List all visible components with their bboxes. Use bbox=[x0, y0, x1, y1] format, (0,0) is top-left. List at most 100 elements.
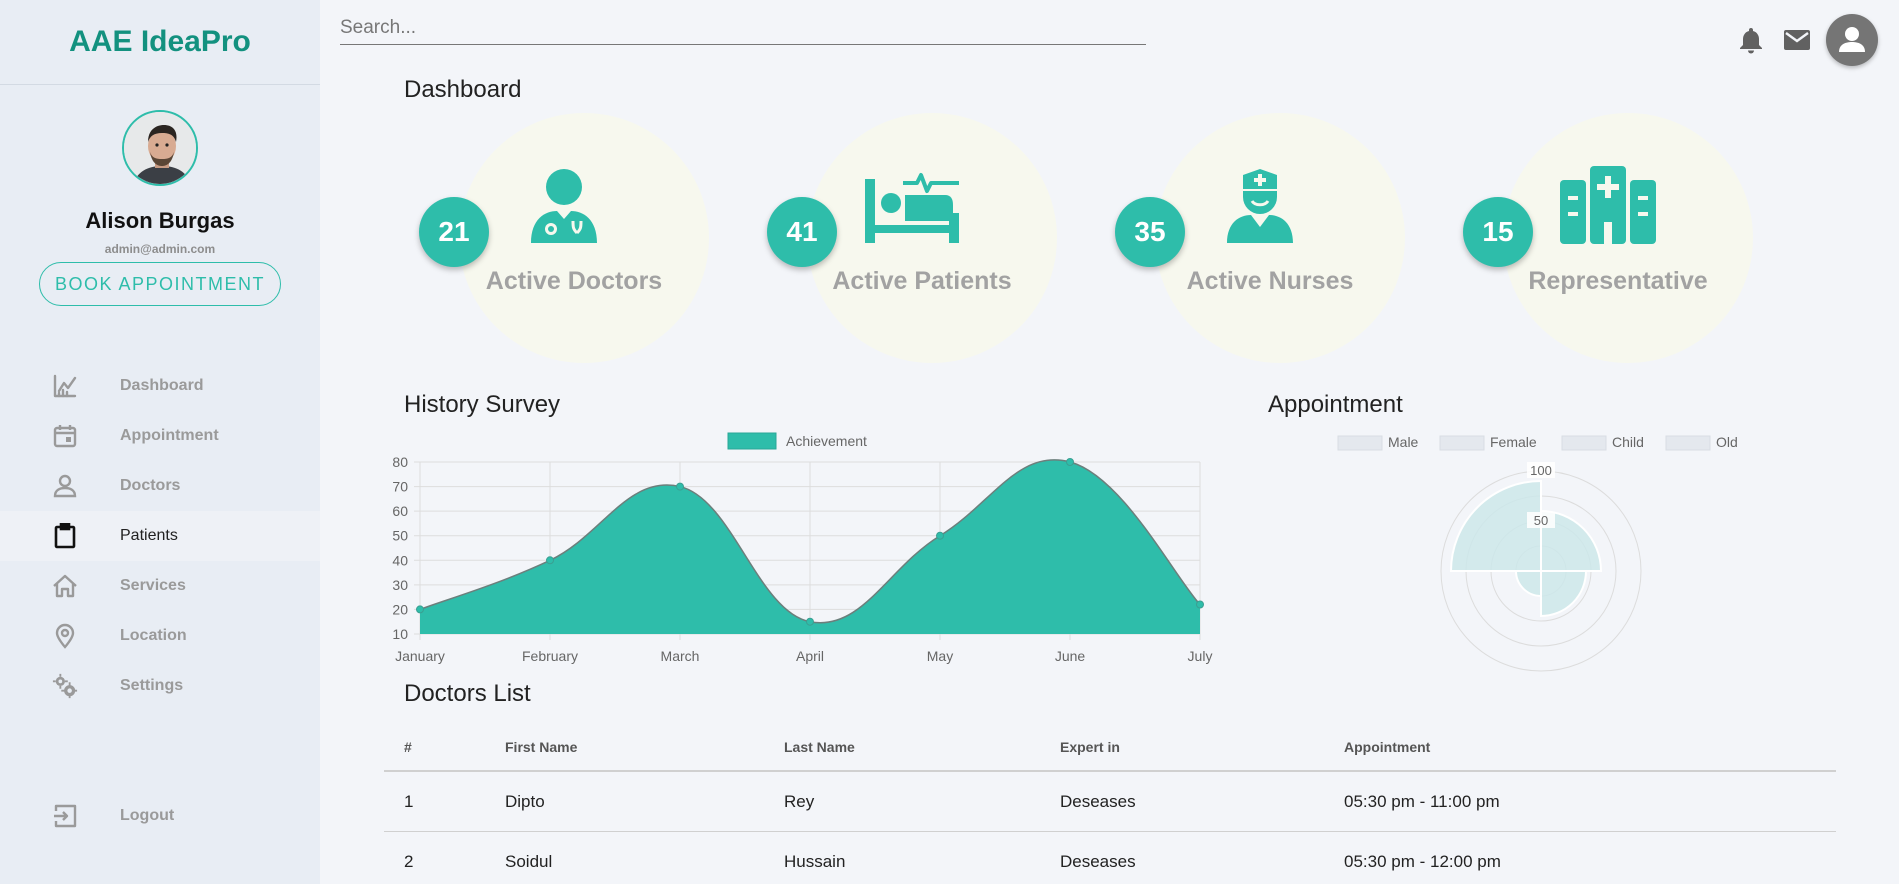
polar-segment bbox=[1540, 570, 1588, 618]
sidebar-item-services[interactable]: Services bbox=[0, 561, 320, 611]
nurse-icon bbox=[1205, 165, 1315, 245]
user-avatar[interactable] bbox=[122, 110, 198, 186]
table-cell: Hussain bbox=[784, 851, 846, 871]
sidebar-item-settings[interactable]: Settings bbox=[0, 661, 320, 711]
sidebar-item-label: Appointment bbox=[120, 427, 219, 444]
page-title: Dashboard bbox=[404, 76, 522, 103]
user-profile: Alison Burgas admin@admin.com BOOK APPOI… bbox=[0, 85, 320, 306]
search-input[interactable] bbox=[340, 12, 1146, 45]
stat-count: 35 bbox=[1115, 197, 1185, 267]
data-point bbox=[806, 617, 814, 626]
sidebar-item-label: Patients bbox=[120, 527, 178, 544]
data-point bbox=[416, 605, 424, 614]
top-bar-actions bbox=[1734, 14, 1878, 66]
appointment-chart: Male Female Child Old 50 100 bbox=[1337, 434, 1738, 672]
home-icon bbox=[52, 573, 78, 599]
y-tick-label: 60 bbox=[392, 503, 408, 519]
sidebar-item-patients[interactable]: Patients bbox=[0, 511, 320, 561]
column-header[interactable]: Last Name bbox=[784, 739, 1060, 755]
x-tick-label: February bbox=[522, 648, 578, 664]
sidebar-item-label: Dashboard bbox=[120, 377, 204, 394]
sidebar-item-label: Doctors bbox=[120, 477, 181, 494]
stat-label: Active Nurses bbox=[1186, 267, 1354, 295]
x-tick-label: May bbox=[927, 648, 953, 664]
stat-label: Active Doctors bbox=[485, 267, 663, 295]
table-cell: 2 bbox=[404, 851, 414, 871]
table-cell: Deseases bbox=[1060, 791, 1136, 811]
legend-swatch bbox=[1665, 435, 1711, 451]
y-tick-label: 40 bbox=[392, 552, 408, 568]
table-cell: Rey bbox=[784, 791, 815, 811]
gears-icon bbox=[52, 673, 78, 699]
hospital-building-icon bbox=[1553, 165, 1663, 245]
sidebar: AAE IdeaPro Alison Burgas admin@admin.co… bbox=[0, 0, 320, 884]
legend-swatch bbox=[1337, 435, 1383, 451]
table-cell: 05:30 pm - 12:00 pm bbox=[1344, 851, 1501, 871]
column-header[interactable]: First Name bbox=[505, 739, 784, 755]
data-point bbox=[1066, 458, 1074, 466]
table-cell: 05:30 pm - 11:00 pm bbox=[1344, 791, 1500, 811]
history-survey-chart: Achievement 10 20 30 40 50 60 70 80 January Februa… bbox=[392, 432, 1212, 664]
y-tick-label: 50 bbox=[392, 528, 408, 544]
x-tick-label: March bbox=[661, 648, 700, 664]
column-header[interactable]: Appointment bbox=[1344, 739, 1744, 755]
location-pin-icon bbox=[52, 623, 78, 649]
logout-button[interactable]: Logout bbox=[0, 791, 320, 841]
data-point bbox=[1196, 600, 1204, 609]
stat-count: 41 bbox=[767, 197, 837, 267]
person-icon bbox=[52, 473, 78, 499]
stat-card-patients[interactable]: 41 Active Patients bbox=[767, 113, 1067, 363]
table-header: # First Name Last Name Expert in Appoint… bbox=[384, 724, 1836, 772]
table-row[interactable]: 1 Dipto Rey Deseases 05:30 pm - 11:00 pm bbox=[384, 772, 1836, 832]
y-tick-label: 10 bbox=[392, 626, 408, 642]
data-point bbox=[546, 556, 554, 565]
doctor-icon bbox=[509, 165, 619, 245]
legend-label: Old bbox=[1716, 434, 1738, 450]
stat-card-nurses[interactable]: 35 Active Nurses bbox=[1115, 113, 1415, 363]
stat-card-representative[interactable]: 15 Representative bbox=[1463, 113, 1763, 363]
legend-swatch bbox=[727, 432, 777, 450]
stat-count: 21 bbox=[419, 197, 489, 267]
appointment-title: Appointment bbox=[1268, 391, 1403, 418]
doctors-table: # First Name Last Name Expert in Appoint… bbox=[384, 724, 1836, 884]
y-tick-label: 80 bbox=[392, 454, 408, 470]
book-appointment-button[interactable]: BOOK APPOINTMENT bbox=[39, 262, 281, 306]
sidebar-item-location[interactable]: Location bbox=[0, 611, 320, 661]
stat-label: Representative bbox=[1528, 267, 1708, 295]
table-cell: 1 bbox=[404, 791, 414, 811]
table-cell: Deseases bbox=[1060, 851, 1136, 871]
bell-icon[interactable] bbox=[1734, 23, 1768, 57]
history-survey-title: History Survey bbox=[404, 391, 561, 418]
column-header[interactable]: Expert in bbox=[1060, 739, 1344, 755]
data-point bbox=[936, 531, 944, 540]
polar-segment bbox=[1514, 570, 1542, 598]
legend-label: Child bbox=[1612, 434, 1644, 450]
column-header[interactable]: # bbox=[384, 739, 505, 755]
mail-icon[interactable] bbox=[1780, 23, 1814, 57]
logout-icon bbox=[52, 803, 78, 829]
hospital-bed-icon bbox=[857, 165, 967, 245]
legend-label: Achievement bbox=[786, 433, 867, 449]
stat-count: 15 bbox=[1463, 197, 1533, 267]
logout: Logout bbox=[0, 791, 320, 841]
table-row[interactable]: 2 Soidul Hussain Deseases 05:30 pm - 12:… bbox=[384, 832, 1836, 884]
stat-card-doctors[interactable]: 21 Active Doctors bbox=[419, 113, 719, 363]
calendar-icon bbox=[52, 423, 78, 449]
sidebar-item-doctors[interactable]: Doctors bbox=[0, 461, 320, 511]
x-tick-label: April bbox=[796, 648, 824, 664]
doctors-list-title: Doctors List bbox=[404, 680, 531, 707]
sidebar-item-appointment[interactable]: Appointment bbox=[0, 411, 320, 461]
y-tick-label: 20 bbox=[392, 601, 408, 617]
x-tick-label: January bbox=[395, 648, 445, 664]
sidebar-item-label: Services bbox=[120, 577, 186, 594]
clipboard-icon bbox=[52, 523, 78, 549]
table-cell: Soidul bbox=[505, 851, 553, 871]
sidebar-item-dashboard[interactable]: Dashboard bbox=[0, 361, 320, 411]
logout-label: Logout bbox=[120, 807, 175, 824]
account-avatar-icon[interactable] bbox=[1826, 14, 1878, 66]
sidebar-nav: Dashboard Appointment Doctors Patients S… bbox=[0, 361, 320, 711]
legend-swatch bbox=[1561, 435, 1607, 451]
table-cell: Dipto bbox=[505, 791, 545, 811]
brand-logo[interactable]: AAE IdeaPro bbox=[0, 0, 320, 85]
sidebar-item-label: Settings bbox=[120, 677, 184, 694]
